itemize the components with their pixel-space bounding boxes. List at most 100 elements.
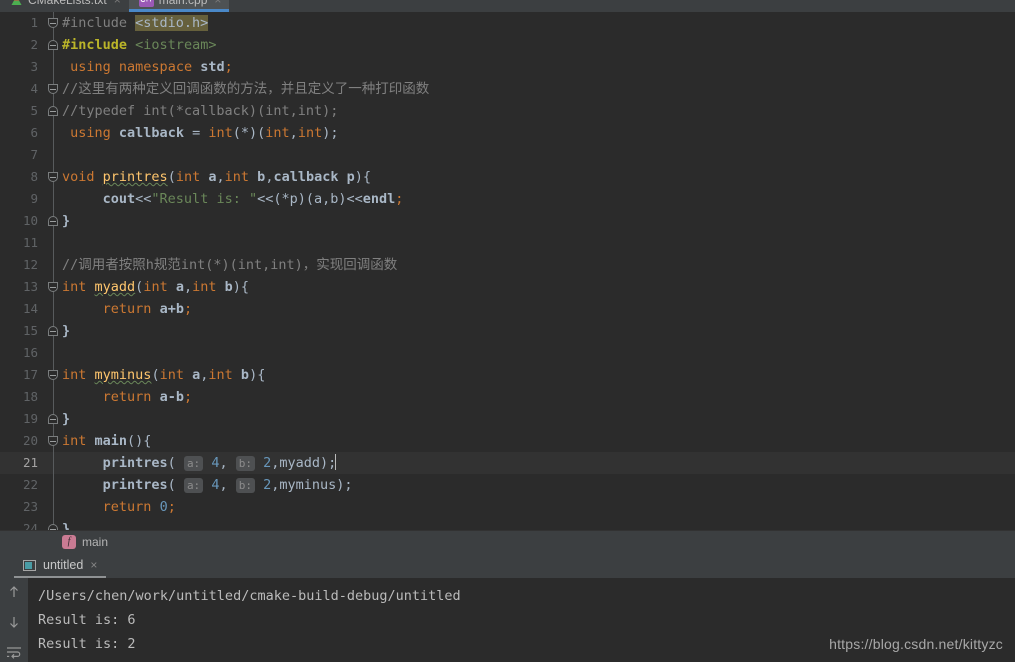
code-line[interactable]: 5 //typedef int(*callback)(int,int); (0, 100, 1015, 122)
fold-column[interactable] (46, 144, 62, 166)
fold-column[interactable] (46, 342, 62, 364)
code-line[interactable]: 12 //调用者按照h规范int(*)(int,int)，实现回调函数 (0, 254, 1015, 276)
fold-column[interactable] (46, 12, 62, 34)
fold-column[interactable] (46, 122, 62, 144)
code-line[interactable]: 24 } (0, 518, 1015, 530)
code-text: } (62, 213, 71, 229)
fold-column[interactable] (46, 254, 62, 276)
fold-marker[interactable] (48, 18, 58, 28)
fold-column[interactable] (46, 320, 62, 342)
fold-marker[interactable] (48, 436, 58, 446)
tab-main-cpp[interactable]: C++ main.cpp × (128, 0, 230, 12)
code-line[interactable]: 22 printres( a: 4, b: 2,myminus); (0, 474, 1015, 496)
code-text: printres( a: 4, b: 2,myadd); (102, 454, 337, 471)
breadcrumb-label[interactable]: main (82, 535, 108, 549)
line-number: 5 (30, 103, 38, 118)
code-line[interactable]: 9 cout<<"Result is: "<<(*p)(a,b)<<endl; (0, 188, 1015, 210)
fold-column[interactable] (46, 100, 62, 122)
code-line[interactable]: 1 #include <stdio.h> (0, 12, 1015, 34)
code-lines: 1 #include <stdio.h> 2 #include <iostrea… (0, 12, 1015, 530)
line-number: 17 (22, 367, 38, 382)
fold-column[interactable] (46, 232, 62, 254)
code-line[interactable]: 11 (0, 232, 1015, 254)
fold-column[interactable] (46, 408, 62, 430)
fold-column[interactable] (46, 56, 62, 78)
fold-column[interactable] (46, 386, 62, 408)
fold-column[interactable] (46, 34, 62, 56)
text-caret (335, 454, 337, 470)
code-text: //这里有两种定义回调函数的方法，并且定义了一种打印函数 (62, 81, 430, 97)
fold-column[interactable] (46, 496, 62, 518)
fold-marker[interactable] (48, 106, 58, 116)
line-number: 19 (22, 411, 38, 426)
code-line[interactable]: 15 } (0, 320, 1015, 342)
console-line: /Users/chen/work/untitled/cmake-build-de… (38, 588, 461, 604)
code-line[interactable]: 3 using namespace std; (0, 56, 1015, 78)
fold-column[interactable] (46, 364, 62, 386)
code-line[interactable]: 23 return 0; (0, 496, 1015, 518)
close-icon[interactable]: × (114, 0, 121, 7)
fold-column[interactable] (46, 452, 62, 474)
code-line[interactable]: 14 return a+b; (0, 298, 1015, 320)
code-line[interactable]: 8 void printres(int a,int b,callback p){ (0, 166, 1015, 188)
run-tab-untitled[interactable]: untitled × (14, 552, 107, 578)
param-hint-a: a: (183, 456, 204, 471)
code-line[interactable]: 10 } (0, 210, 1015, 232)
fold-marker[interactable] (48, 216, 58, 226)
line-number: 8 (30, 169, 38, 184)
arrow-up-icon[interactable] (6, 584, 22, 600)
line-number: 3 (30, 59, 38, 74)
watermark: https://blog.csdn.net/kittyzc (829, 636, 1003, 652)
breadcrumb[interactable]: f main (0, 530, 1015, 552)
code-line[interactable]: 16 (0, 342, 1015, 364)
fold-marker[interactable] (48, 524, 58, 530)
code-line[interactable]: 2 #include <iostream> (0, 34, 1015, 56)
code-line[interactable]: 18 return a-b; (0, 386, 1015, 408)
run-tab-row: untitled × (0, 552, 1015, 578)
fold-column[interactable] (46, 188, 62, 210)
fold-marker[interactable] (48, 414, 58, 424)
line-number: 15 (22, 323, 38, 338)
code-line[interactable]: 6 using callback = int(*)(int,int); (0, 122, 1015, 144)
fold-marker[interactable] (48, 84, 58, 94)
fold-column[interactable] (46, 276, 62, 298)
cmake-icon (10, 0, 23, 7)
fold-marker[interactable] (48, 370, 58, 380)
fold-marker[interactable] (48, 40, 58, 50)
line-number: 1 (30, 15, 38, 30)
close-icon[interactable]: × (214, 0, 221, 7)
code-line-current[interactable]: 21 printres( a: 4, b: 2,myadd); (0, 452, 1015, 474)
line-number: 7 (30, 147, 38, 162)
code-text: #include <stdio.h> (62, 15, 209, 31)
soft-wrap-icon[interactable] (6, 644, 22, 660)
fold-column[interactable] (46, 474, 62, 496)
line-number: 9 (30, 191, 38, 206)
code-line[interactable]: 20 int main(){ (0, 430, 1015, 452)
fold-marker[interactable] (48, 172, 58, 182)
fold-column[interactable] (46, 78, 62, 100)
code-editor[interactable]: 1 #include <stdio.h> 2 #include <iostrea… (0, 12, 1015, 530)
fold-marker[interactable] (48, 326, 58, 336)
code-text: //typedef int(*callback)(int,int); (62, 103, 339, 119)
code-text: return a+b; (102, 301, 193, 317)
fold-column[interactable] (46, 518, 62, 530)
code-line[interactable]: 17 int myminus(int a,int b){ (0, 364, 1015, 386)
code-text: printres( a: 4, b: 2,myminus); (102, 477, 353, 493)
fold-column[interactable] (46, 166, 62, 188)
tab-cmakelists[interactable]: CMakeLists.txt × (0, 0, 129, 12)
fold-column[interactable] (46, 430, 62, 452)
arrow-down-icon[interactable] (6, 614, 22, 630)
code-line[interactable]: 19 } (0, 408, 1015, 430)
tab-label: CMakeLists.txt (28, 0, 107, 7)
code-line[interactable]: 13 int myadd(int a,int b){ (0, 276, 1015, 298)
fold-marker[interactable] (48, 282, 58, 292)
line-number: 4 (30, 81, 38, 96)
line-number: 14 (22, 301, 38, 316)
fold-column[interactable] (46, 298, 62, 320)
fold-column[interactable] (46, 210, 62, 232)
param-hint-a: a: (183, 478, 204, 493)
code-line[interactable]: 4 //这里有两种定义回调函数的方法，并且定义了一种打印函数 (0, 78, 1015, 100)
code-line[interactable]: 7 (0, 144, 1015, 166)
line-number: 6 (30, 125, 38, 140)
close-icon[interactable]: × (90, 558, 97, 572)
